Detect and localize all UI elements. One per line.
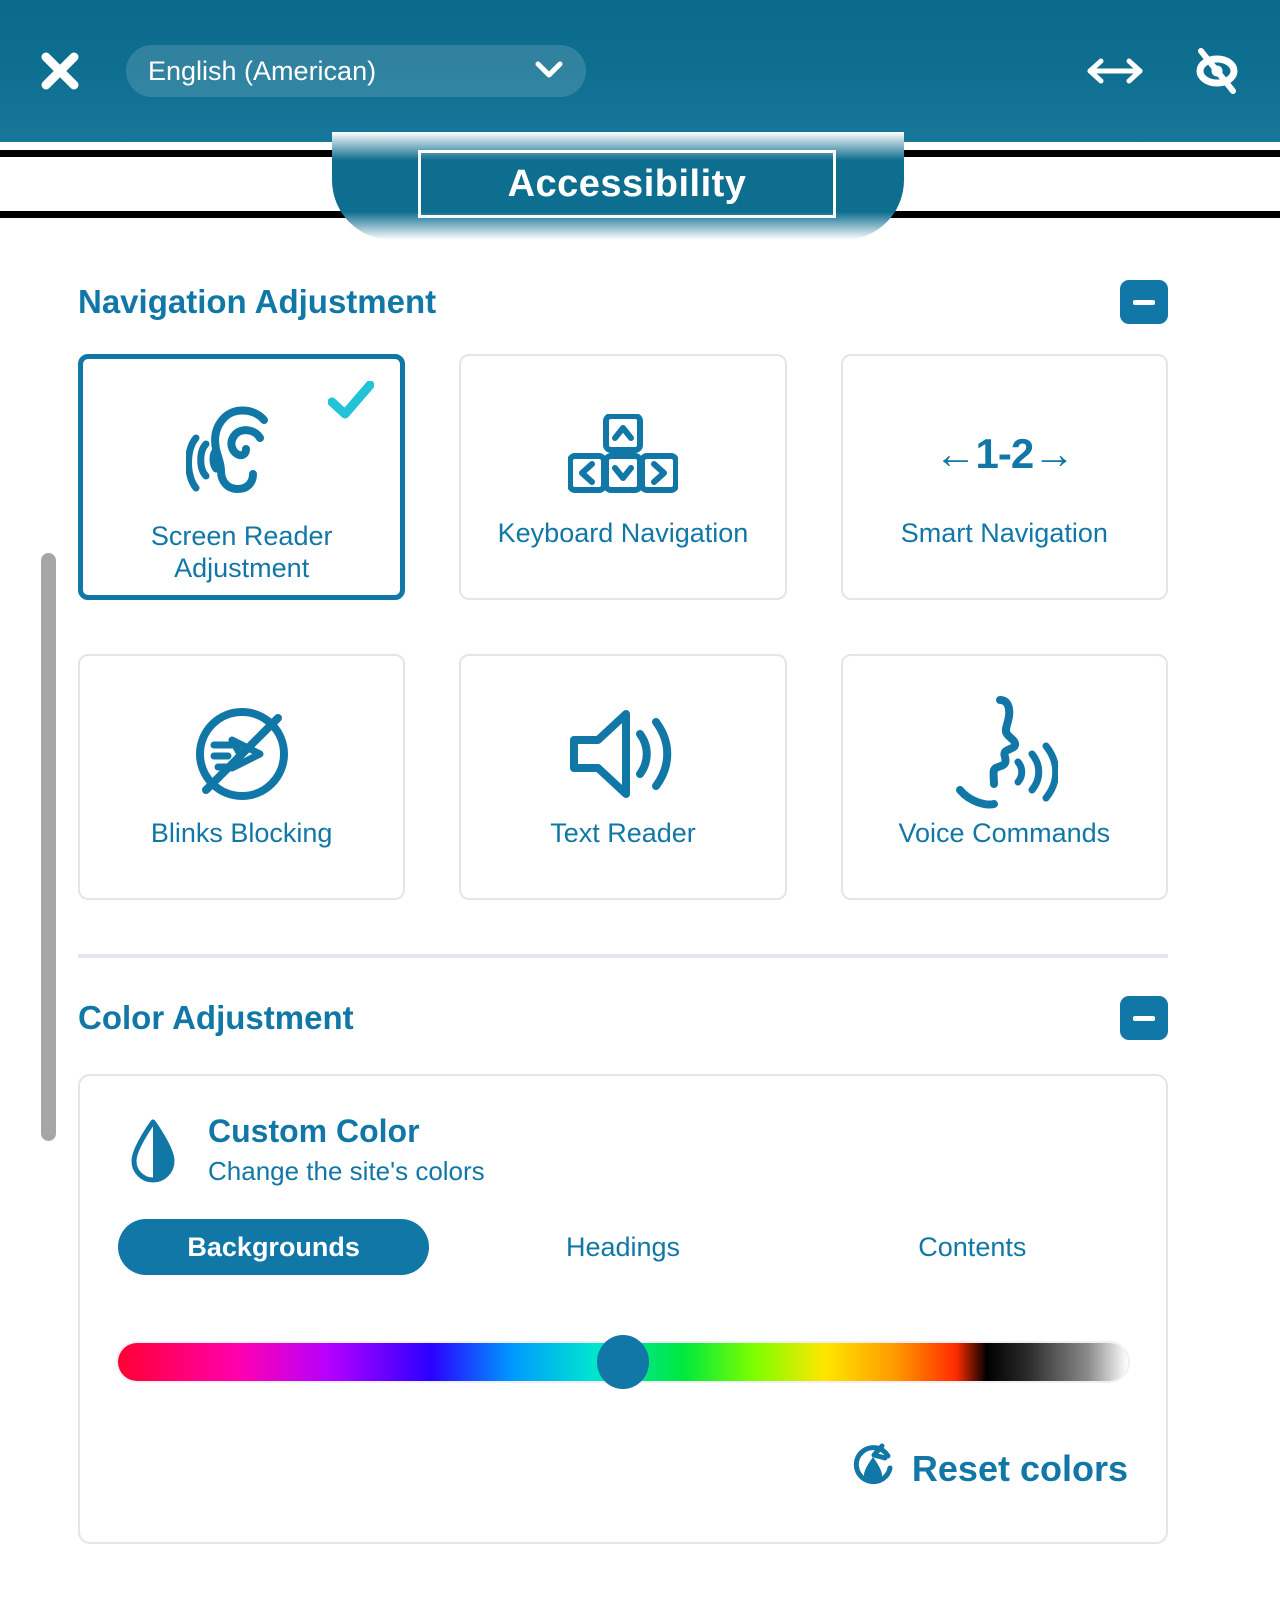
arrow-1-2-arrow-text-icon: ←1-2→ [934,390,1075,518]
color-slider-thumb[interactable] [597,1335,649,1389]
reset-droplet-icon [852,1443,896,1494]
feature-card-label: Keyboard Navigation [497,518,749,548]
custom-color-title: Custom Color [208,1113,420,1149]
feature-card-smart-navigation[interactable]: ←1-2→ Smart Navigation [840,354,1168,600]
feature-card-label: Text Reader [550,818,696,848]
color-target-pills: Backgrounds Headings Contents [118,1219,1128,1275]
feature-card-screen-reader-adjustment[interactable]: Screen Reader Adjustment [78,354,406,600]
section-header-navigation-adjustment: Navigation Adjustment [78,270,1168,334]
feature-card-voice-commands[interactable]: Voice Commands [840,654,1168,900]
collapse-navigation-adjustment-button[interactable] [1120,280,1168,324]
resize-widget-button[interactable] [1082,38,1148,104]
feature-card-label: Voice Commands [898,818,1111,848]
panel-content: Navigation Adjustment Screen Reader Adju… [0,270,1280,1544]
arrow-keys-icon [567,390,678,518]
close-x-icon [38,49,82,93]
check-icon [327,380,375,426]
smart-navigation-icon-text: ←1-2→ [934,430,1075,477]
feature-card-text-reader[interactable]: Text Reader [459,654,787,900]
section-header-color-adjustment: Color Adjustment [78,986,1168,1050]
section-title-navigation-adjustment: Navigation Adjustment [78,283,437,320]
widget-header: English (American) [0,0,1280,142]
navigation-feature-grid: Screen Reader Adjustment Keyboard Naviga… [78,354,1168,900]
section-divider [78,954,1168,958]
face-speaking-icon [950,690,1059,818]
color-slider[interactable] [118,1335,1128,1389]
custom-color-card: Custom Color Change the site's colors Ba… [78,1074,1168,1544]
close-button[interactable] [30,41,90,101]
chevron-down-icon [534,59,564,84]
custom-color-subtitle: Change the site's colors [208,1156,485,1187]
speaker-volume-icon [564,690,682,818]
pill-headings[interactable]: Headings [467,1219,779,1275]
tab-accessibility[interactable]: Accessibility [418,150,836,218]
ear-sound-icon [185,393,298,521]
custom-color-text-block: Custom Color Change the site's colors [208,1112,485,1187]
collapse-color-adjustment-button[interactable] [1120,996,1168,1040]
settings-panel: Navigation Adjustment Screen Reader Adju… [0,270,1280,1618]
pill-backgrounds[interactable]: Backgrounds [118,1219,430,1275]
feature-card-label: Blinks Blocking [150,818,333,848]
feature-card-label: Smart Navigation [900,518,1108,548]
tab-strip: Accessibility [0,132,1280,242]
pill-contents[interactable]: Contents [816,1219,1128,1275]
feature-card-keyboard-navigation[interactable]: Keyboard Navigation [459,354,787,600]
vertical-scrollbar[interactable] [41,553,56,1141]
language-select[interactable]: English (American) [126,45,586,97]
hide-interface-button[interactable] [1184,38,1250,104]
vertical-scrollbar-thumb[interactable] [41,553,56,1141]
horizontal-resize-arrows-icon [1086,54,1144,88]
section-title-color-adjustment: Color Adjustment [78,999,354,1036]
tab-accessibility-label: Accessibility [507,162,747,205]
reset-colors-button[interactable]: Reset colors [118,1443,1128,1494]
feature-card-label: Screen Reader Adjustment [150,521,333,583]
custom-color-header: Custom Color Change the site's colors [118,1112,1128,1191]
reset-colors-label: Reset colors [911,1447,1128,1489]
minus-icon [1133,1015,1155,1021]
contrast-droplet-icon [128,1112,178,1191]
minus-icon [1133,299,1155,305]
language-select-value: English (American) [148,55,377,86]
feature-card-blinks-blocking[interactable]: Blinks Blocking [78,654,406,900]
no-blink-blocked-icon [188,690,296,818]
eye-slash-icon [1189,43,1245,99]
